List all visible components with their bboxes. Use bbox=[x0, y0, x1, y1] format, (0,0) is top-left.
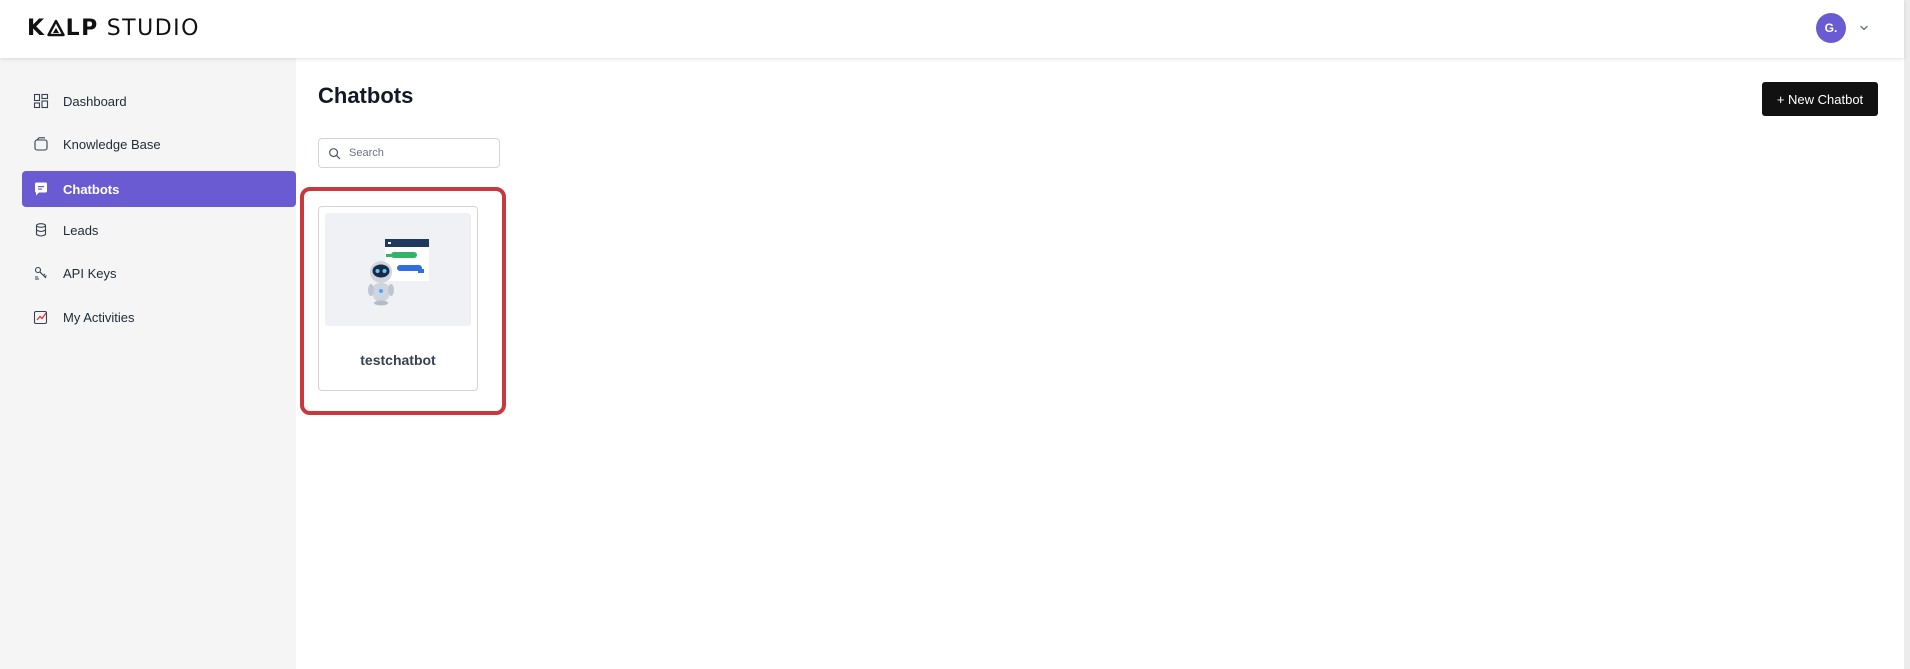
sidebar-item-label: My Activities bbox=[63, 309, 135, 325]
page-title: Chatbots bbox=[318, 83, 414, 108]
chatbot-thumbnail bbox=[325, 213, 471, 326]
sidebar-item-label: Dashboard bbox=[63, 93, 127, 109]
search-icon bbox=[329, 147, 341, 159]
chevron-down-icon[interactable] bbox=[1857, 21, 1871, 35]
sidebar-item-chatbots[interactable]: Chatbots bbox=[22, 171, 296, 207]
logo-triangle-icon bbox=[46, 19, 65, 37]
avatar[interactable]: G. bbox=[1816, 13, 1846, 43]
new-chatbot-button[interactable]: + New Chatbot bbox=[1762, 82, 1878, 116]
activity-chart-icon bbox=[33, 309, 49, 325]
chatbot-name: testchatbot bbox=[360, 352, 436, 368]
sidebar-item-leads[interactable]: Leads bbox=[22, 212, 296, 248]
database-icon bbox=[33, 222, 49, 238]
avatar-initials: G. bbox=[1824, 21, 1838, 35]
chatbot-icon bbox=[33, 181, 49, 197]
sidebar-item-knowledge-base[interactable]: Knowledge Base bbox=[22, 126, 296, 162]
sidebar-item-label: Knowledge Base bbox=[63, 136, 161, 152]
sidebar-item-api-keys[interactable]: API Keys bbox=[22, 255, 296, 291]
chatbot-card[interactable]: testchatbot bbox=[318, 206, 478, 391]
sidebar-item-label: Chatbots bbox=[63, 181, 120, 197]
scrollbar[interactable] bbox=[1904, 0, 1910, 669]
logo[interactable]: K LP STUDIO bbox=[27, 15, 200, 41]
sidebar: Dashboard Knowledge Base Chatbots Leads … bbox=[0, 58, 296, 669]
knowledge-base-icon bbox=[33, 136, 49, 152]
main-content: Chatbots + New Chatbot Search testchatbo… bbox=[296, 58, 1904, 669]
logo-text-studio: STUDIO bbox=[106, 15, 200, 41]
sidebar-item-my-activities[interactable]: My Activities bbox=[22, 299, 296, 335]
sidebar-item-label: Leads bbox=[63, 222, 99, 238]
search-box[interactable] bbox=[318, 138, 500, 168]
api-keys-icon bbox=[33, 265, 49, 281]
logo-text-right: LP bbox=[65, 15, 99, 41]
top-bar: K LP STUDIO G. bbox=[0, 0, 1904, 58]
logo-text-left: K bbox=[27, 15, 46, 41]
dashboard-icon bbox=[33, 93, 49, 109]
sidebar-item-dashboard[interactable]: Dashboard bbox=[22, 83, 296, 119]
search-input[interactable] bbox=[349, 147, 489, 159]
sidebar-item-label: API Keys bbox=[63, 265, 117, 281]
robot-chat-illustration-icon bbox=[368, 239, 429, 306]
